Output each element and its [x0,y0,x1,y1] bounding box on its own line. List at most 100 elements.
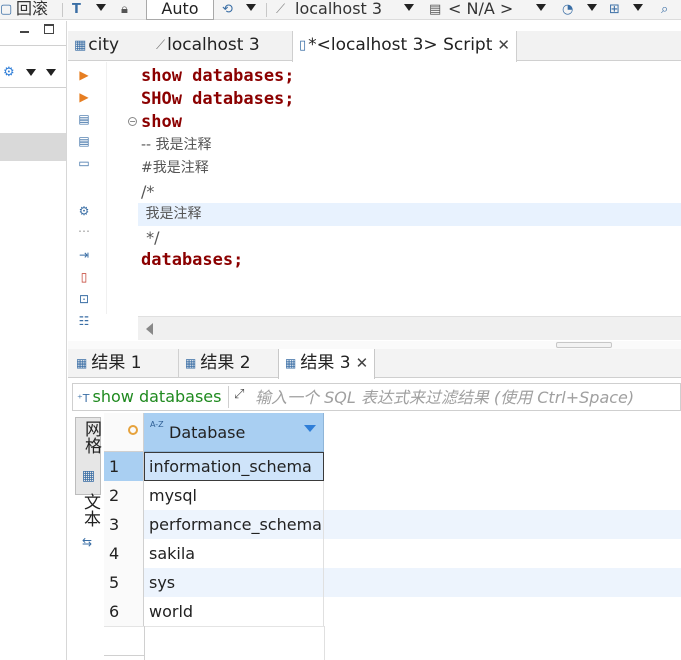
tab-result-2[interactable]: ▦ 结果 2 [178,349,251,378]
active-connection-selector[interactable]: localhost 3 [295,0,382,20]
record-mode-icon[interactable]: ⇆ [82,535,92,549]
table-cell[interactable]: mysql [144,481,324,510]
filter-separator [228,386,229,408]
row-number-header[interactable] [104,413,144,452]
maximize-icon[interactable] [44,24,54,34]
execute-new-tab-icon[interactable]: ▶ [77,90,91,104]
export-icon[interactable]: ⇥ [77,248,91,262]
sql-editor[interactable]: − show databases; SHOw databases; show -… [106,62,681,314]
outline-icon[interactable]: ☷ [77,314,91,328]
table-row[interactable]: 4 sakila [104,539,681,568]
lock-icon[interactable]: 🔒︎ [121,2,128,18]
table-cell[interactable]: sys [144,568,324,597]
query-text: show databases [92,387,222,406]
settings-icon[interactable]: ⚙ [77,204,91,218]
row-number[interactable]: 5 [104,568,144,597]
column-divider [144,626,145,660]
row-number[interactable]: 3 [104,510,144,539]
query-icon: ⁺T [77,392,90,405]
expand-icon[interactable]: ⤢ [234,387,244,402]
code-line[interactable]: show databases; [141,65,295,88]
tab-script[interactable]: ▯ *<localhost 3> Script ✕ [292,31,517,62]
empty-area [324,597,681,626]
sash-handle[interactable] [556,342,612,348]
execute-script-new-tab-icon[interactable]: ▤ [77,134,91,148]
execute-statement-icon[interactable]: ▶ [77,68,91,82]
table-icon: ▦ [185,356,197,370]
transaction-mode-dropdown-icon[interactable] [96,4,106,11]
schema-dropdown-icon[interactable] [536,4,546,11]
connection-icon: ⟋ [156,38,166,53]
toolbar-separator [62,3,63,17]
tab-city[interactable]: ▦ city [74,31,119,61]
fold-icon[interactable]: − [128,117,137,126]
close-tab-icon[interactable]: ✕ [497,36,510,54]
table-cell[interactable]: sakila [144,539,324,568]
table-cell[interactable]: performance_schema [144,510,324,539]
error-log-icon[interactable]: ▯ [77,270,91,284]
view-menu-icon[interactable] [46,69,56,76]
table-row[interactable]: 3 performance_schema [104,510,681,539]
comment-line[interactable]: */ [141,226,159,249]
variables-icon[interactable]: ⊡ [77,292,91,306]
grid-view-label: 网格 [81,420,101,454]
empty-area [324,452,681,481]
code-line[interactable]: databases; [141,249,243,272]
navigator-dropdown-icon[interactable] [633,4,643,11]
comment-line[interactable]: -- 我是注释 [141,134,212,157]
history-icon[interactable]: ⟲ [222,2,233,18]
dashboard-dropdown-icon[interactable] [587,4,597,11]
table-row[interactable]: 1 information_schema [104,452,681,481]
column-header-database[interactable]: A-Z Database [144,413,324,452]
schema-icon: ▤ [429,2,442,17]
minimize-icon[interactable] [20,31,29,33]
editor-horizontal-scrollbar[interactable] [138,316,681,340]
table-cell[interactable]: information_schema [144,452,324,481]
connection-dropdown-icon[interactable] [404,4,414,11]
tab-result-1[interactable]: ▦ 结果 1 [76,349,142,378]
row-number[interactable]: 2 [104,481,144,510]
transaction-mode-icon[interactable]: T [72,2,81,18]
tab-localhost-3[interactable]: ⟋ localhost 3 [156,31,260,61]
connect-icon[interactable]: ⚙ [3,65,15,80]
select-all-icon[interactable] [128,425,138,435]
text-view-toggle[interactable]: 文本 [78,493,103,527]
filter-input[interactable] [255,385,675,409]
rollback-button[interactable]: 回滚 [16,0,48,20]
comment-line[interactable]: 我是注释 [141,203,201,226]
sort-icon[interactable]: A-Z [150,420,164,429]
history-dropdown-icon[interactable] [246,4,256,11]
row-number[interactable]: 4 [104,539,144,568]
editor-results-splitter[interactable] [68,341,681,349]
column-filter-icon[interactable] [304,425,316,432]
script-icon: ▯ [299,38,307,53]
row-number[interactable]: 6 [104,597,144,626]
grid-view-toggle[interactable]: 网格 ▦ [75,417,101,495]
tab-result-3[interactable]: ▦ 结果 3 ✕ [278,349,376,379]
active-schema-selector[interactable]: < N/A > [448,0,513,20]
table-row[interactable]: 5 sys [104,568,681,597]
table-icon: ▦ [74,38,87,53]
search-icon[interactable]: ⌕ [661,2,668,18]
navigator-icon[interactable]: ⊞ [609,2,620,18]
connect-dropdown-icon[interactable] [26,69,36,76]
close-tab-icon[interactable]: ✕ [356,354,369,372]
execute-script-icon[interactable]: ▤ [77,112,91,126]
table-row[interactable]: 2 mysql [104,481,681,510]
comment-line[interactable]: #我是注释 [141,157,209,180]
query-text-label[interactable]: ⁺T show databases [77,384,221,410]
view-switcher: 网格 ▦ 文本 ⇆ [72,413,102,660]
more-icon[interactable]: ⋯ [77,224,91,238]
auto-commit-mode[interactable]: Auto [146,0,214,20]
explain-plan-icon[interactable]: ▭ [77,156,91,170]
comment-line[interactable]: /* [141,180,154,203]
table-row[interactable]: 6 world [104,597,681,626]
row-number[interactable]: 1 [104,452,144,481]
row-divider [104,655,144,656]
scroll-left-icon[interactable] [146,323,153,335]
rollback-icon[interactable]: ▢ [0,2,12,18]
table-cell[interactable]: world [144,597,324,626]
code-line[interactable]: SHOw databases; [141,88,295,111]
code-line[interactable]: show [141,111,182,134]
dashboard-icon[interactable]: ◔ [562,2,573,18]
